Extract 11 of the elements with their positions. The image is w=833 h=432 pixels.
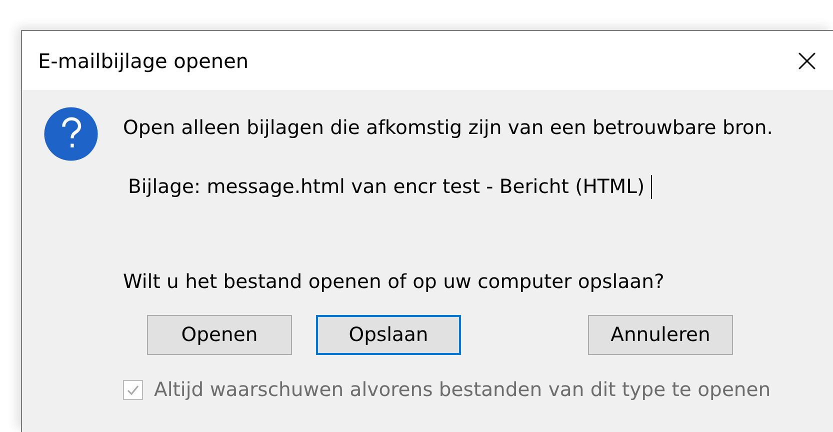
- dialog-button[interactable]: Annuleren: [588, 315, 733, 355]
- checkmark-icon: [126, 383, 140, 397]
- checkbox-label: Altijd waarschuwen alvorens bestanden van dit type te openen: [154, 377, 771, 403]
- dialog-button[interactable]: Opslaan: [316, 315, 461, 355]
- question-text: Wilt u het bestand openen of op uw computer opslaan?: [123, 269, 666, 295]
- question-icon: [43, 106, 99, 162]
- attachment-text: Bijlage: message.html van encr test - Bericht (HTML): [128, 174, 645, 200]
- dialog-button[interactable]: Openen: [147, 315, 292, 355]
- message-text: Open alleen bijlagen die afkomstig zijn van een betrouwbare bron.: [123, 115, 774, 141]
- window-title: E-mailbijlage openen: [38, 48, 249, 74]
- close-icon[interactable]: [798, 52, 816, 70]
